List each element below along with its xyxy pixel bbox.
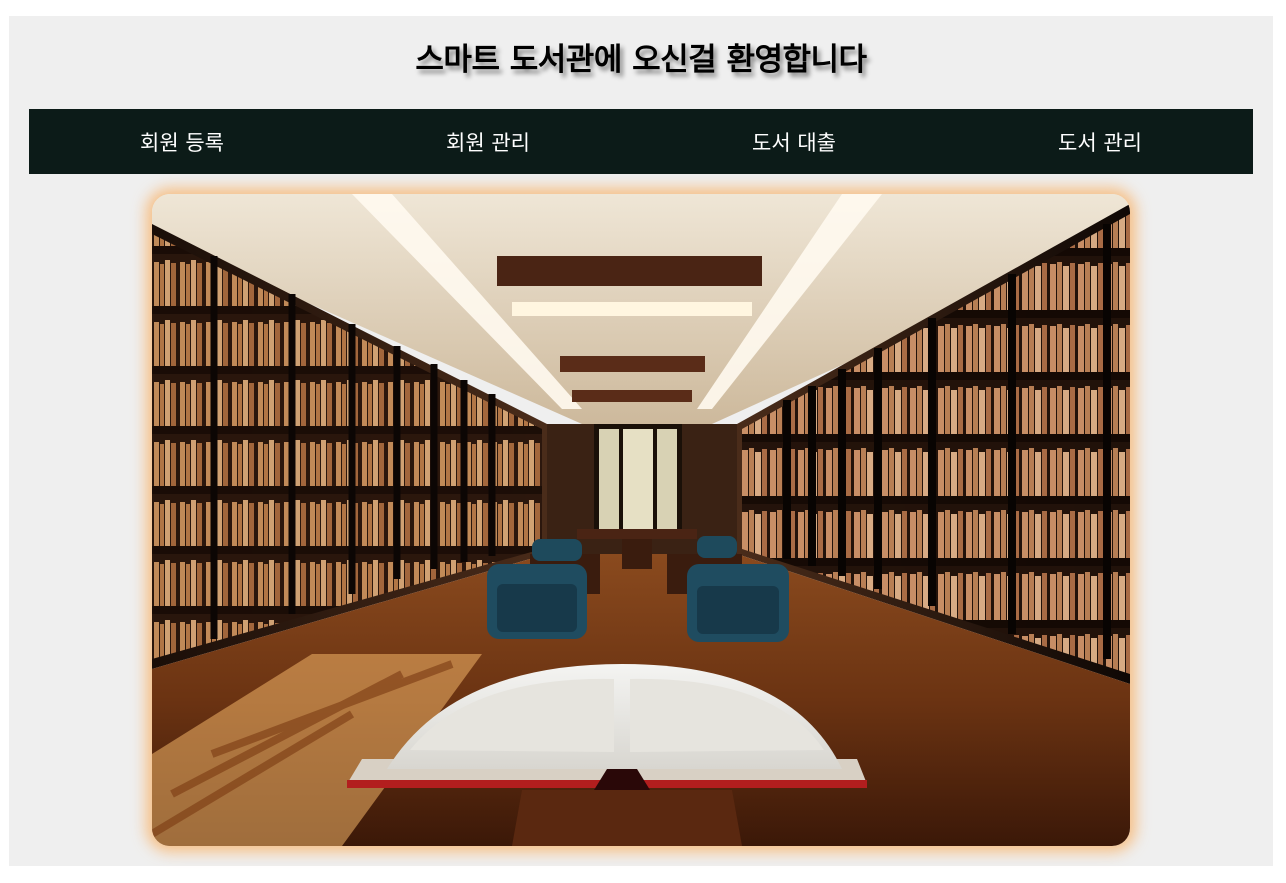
nav-item-member-register[interactable]: 회원 등록	[29, 109, 335, 174]
library-hero-image	[152, 194, 1130, 846]
main-nav: 회원 등록 회원 관리 도서 대출 도서 관리	[29, 109, 1253, 174]
page-container: 스마트 도서관에 오신걸 환영합니다 회원 등록 회원 관리 도서 대출 도서 …	[9, 16, 1273, 866]
nav-item-member-manage[interactable]: 회원 관리	[335, 109, 641, 174]
nav-item-book-manage[interactable]: 도서 관리	[947, 109, 1253, 174]
page-title: 스마트 도서관에 오신걸 환영합니다	[415, 42, 867, 78]
nav-item-book-loan[interactable]: 도서 대출	[641, 109, 947, 174]
